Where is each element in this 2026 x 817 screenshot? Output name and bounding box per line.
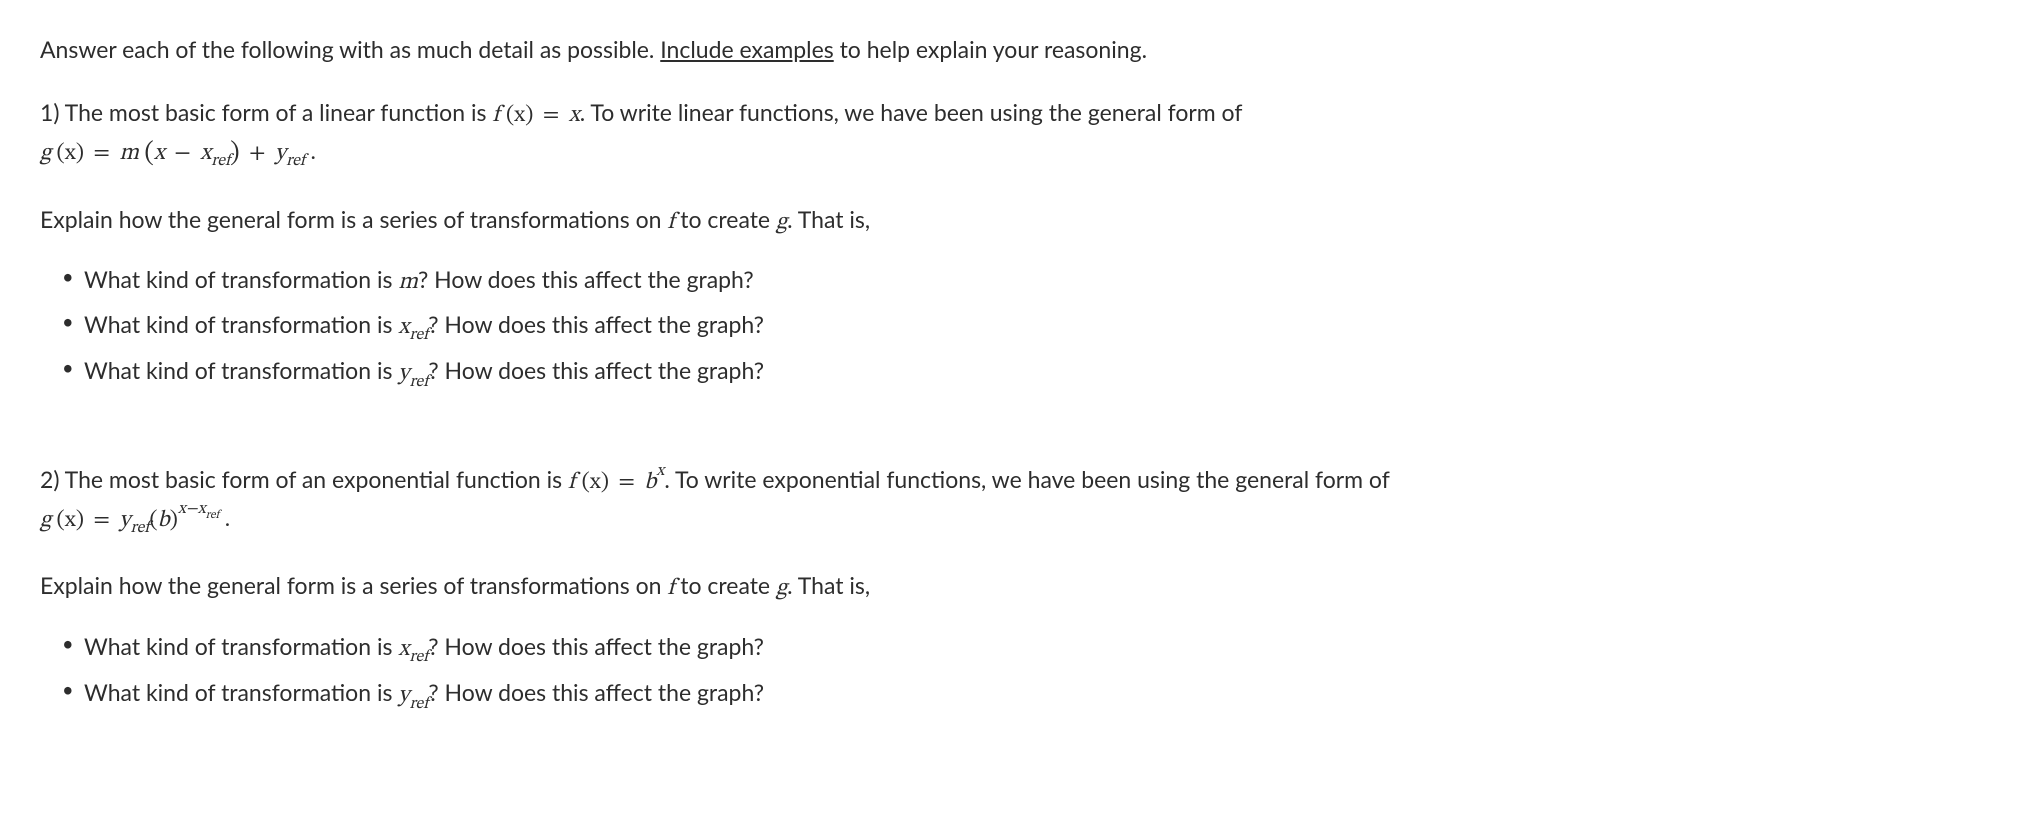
q1-eq2: g (x) = m (x − xref) + yref . [40,142,316,165]
q1-eq1-rhs: x [569,104,580,127]
q2-b2-b: ? How does this affect the graph? [428,678,764,706]
q2-intro: 2) The most basic form of an exponential… [40,462,1986,541]
q2-eq2-yref-sub: ref [130,519,149,536]
q2-eq2-lp: ( [149,509,157,532]
q2-eq2-eq: = [84,509,119,532]
q1-eq2-px: (x) [57,142,84,165]
q2-eq1-sup: x [656,462,664,479]
list-item: What kind of transformation is yref? How… [84,675,1986,715]
q1-eq2-yref-sub: ref [286,152,305,169]
q1-number: 1) [40,98,59,126]
q2-eq2-lhs: g [40,509,57,532]
q1-b2-xref: xref [398,316,428,339]
q2-explain-g: g [776,577,787,600]
q2-b2-y: y [398,684,409,707]
q2-intro-b: . To write exponential functions, we hav… [664,465,1389,493]
q2-eq2-px: (x) [57,509,84,532]
q2-b2-yref: yref [398,684,428,707]
q2-b2-a: What kind of transformation is [84,678,398,706]
q1-b3-a: What kind of transformation is [84,356,398,384]
q2-b1-b: ? How does this affect the graph? [428,632,764,660]
q2-explain-b: to create [674,571,776,599]
q1-explain-g: g [776,211,787,234]
q1-b1-b: ? How does this affect the graph? [418,265,754,293]
q1-eq2-m: m [119,142,144,165]
q1-explain-c: . That is, [787,205,870,233]
q1-explain-b: to create [674,205,776,233]
question-1: 1) The most basic form of a linear funct… [40,95,1986,394]
q2-intro-a: The most basic form of an exponential fu… [59,465,567,493]
spacer [40,442,1986,462]
q2-explain: Explain how the general form is a series… [40,568,1986,607]
instruction-emphasis: Include examples [660,35,833,63]
q1-explain: Explain how the general form is a series… [40,202,1986,241]
q1-eq2-eq: = [84,142,119,165]
list-item: What kind of transformation is xref? How… [84,307,1986,347]
q1-b3-sub: ref [409,373,428,390]
q1-b2-b: ? How does this affect the graph? [428,310,764,338]
q2-bullet-list: What kind of transformation is xref? How… [40,629,1986,716]
list-item: What kind of transformation is m? How do… [84,262,1986,301]
q2-eq2-sup-xr: x [198,500,206,517]
q1-eq2-xref-sub: ref [211,152,230,169]
q1-b3-b: ? How does this affect the graph? [428,356,764,384]
q2-number: 2) [40,465,59,493]
q1-eq1-px: (x) [506,104,533,127]
q1-b2-a: What kind of transformation is [84,310,398,338]
q1-eq2-rp: ) [230,141,239,167]
q2-b1-sub: ref [409,648,428,665]
q2-eq2-sup-x: x [178,500,186,517]
q1-eq1: f (x) = x [492,104,579,127]
q2-eq1-eq: = [609,471,644,494]
q1-eq1-eq: = [533,104,568,127]
q1-explain-a: Explain how the general form is a series… [40,205,667,233]
instruction-text: Answer each of the following with as muc… [40,32,1986,67]
q1-eq1-lhs: f [492,104,506,127]
q2-eq1-lhs: f [568,471,582,494]
q2-explain-c: . That is, [787,571,870,599]
q1-b2-sub: ref [409,326,428,343]
q2-eq2-rp: ) [170,509,178,532]
q2-b1-a: What kind of transformation is [84,632,398,660]
q1-intro-a: The most basic form of a linear function… [59,98,492,126]
q2-eq1: f (x) = bx [568,471,664,494]
q1-b3-yref: yref [398,362,428,385]
q2-eq2-sup-minus: − [186,500,198,517]
q1-eq2-x: x [154,142,165,165]
q1-eq2-end: . [305,142,316,165]
q2-eq2: g (x) = yref(b)x−xref . [40,509,230,532]
q1-eq2-xref-x: x [200,142,211,165]
list-item: What kind of transformation is xref? How… [84,629,1986,669]
q2-eq1-px: (x) [582,471,609,494]
q2-eq2-end: . [219,509,230,532]
q1-eq2-plus: + [240,142,275,165]
q2-eq2-sup: x−xref [178,500,219,517]
q2-eq1-b: b [644,471,656,494]
q1-b3-y: y [398,362,409,385]
q1-b1-a: What kind of transformation is [84,265,398,293]
q1-eq2-lp: ( [144,141,153,167]
q1-eq2-minus: − [165,142,200,165]
q2-b1-x: x [398,638,409,661]
question-2: 2) The most basic form of an exponential… [40,462,1986,716]
q1-bullet-list: What kind of transformation is m? How do… [40,262,1986,393]
q1-eq2-lhs: g [40,142,57,165]
q2-eq2-sup-sub: ref [206,509,220,521]
q2-b1-xref: xref [398,638,428,661]
q1-intro: 1) The most basic form of a linear funct… [40,95,1986,174]
list-item: What kind of transformation is yref? How… [84,353,1986,393]
instruction-prefix: Answer each of the following with as muc… [40,35,660,63]
instruction-suffix: to help explain your reasoning. [834,35,1147,63]
q2-eq2-b: b [158,509,170,532]
q2-b2-sub: ref [409,695,428,712]
q1-eq2-yref-y: y [275,142,286,165]
q2-explain-a: Explain how the general form is a series… [40,571,667,599]
q1-b1-m: m [398,271,418,294]
q2-eq2-yref-y: y [119,509,130,532]
q1-b2-x: x [398,316,409,339]
q1-intro-b: . To write linear functions, we have bee… [580,98,1243,126]
